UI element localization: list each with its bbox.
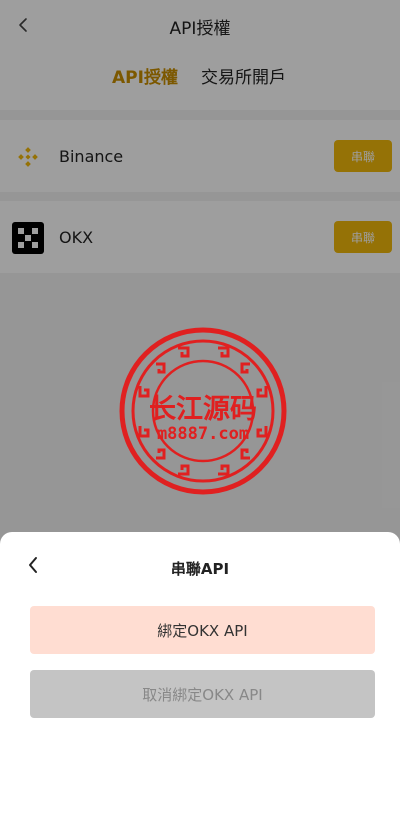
sheet-title: 串聯API — [170, 560, 230, 578]
watermark-url: m8887.com — [157, 424, 249, 444]
bind-api-button[interactable]: 綁定OKX API — [30, 606, 375, 654]
watermark-seal: 长江源码 m8887.com — [119, 327, 287, 495]
unbind-api-button[interactable]: 取消綁定OKX API — [30, 670, 375, 718]
page: API授權 API授權 交易所開戶 Binance 串聯 OKX 串聯 长江源码… — [0, 0, 400, 822]
bottom-sheet: 串聯API 綁定OKX API 取消綁定OKX API — [0, 532, 400, 822]
watermark-title: 长江源码 — [149, 394, 257, 425]
